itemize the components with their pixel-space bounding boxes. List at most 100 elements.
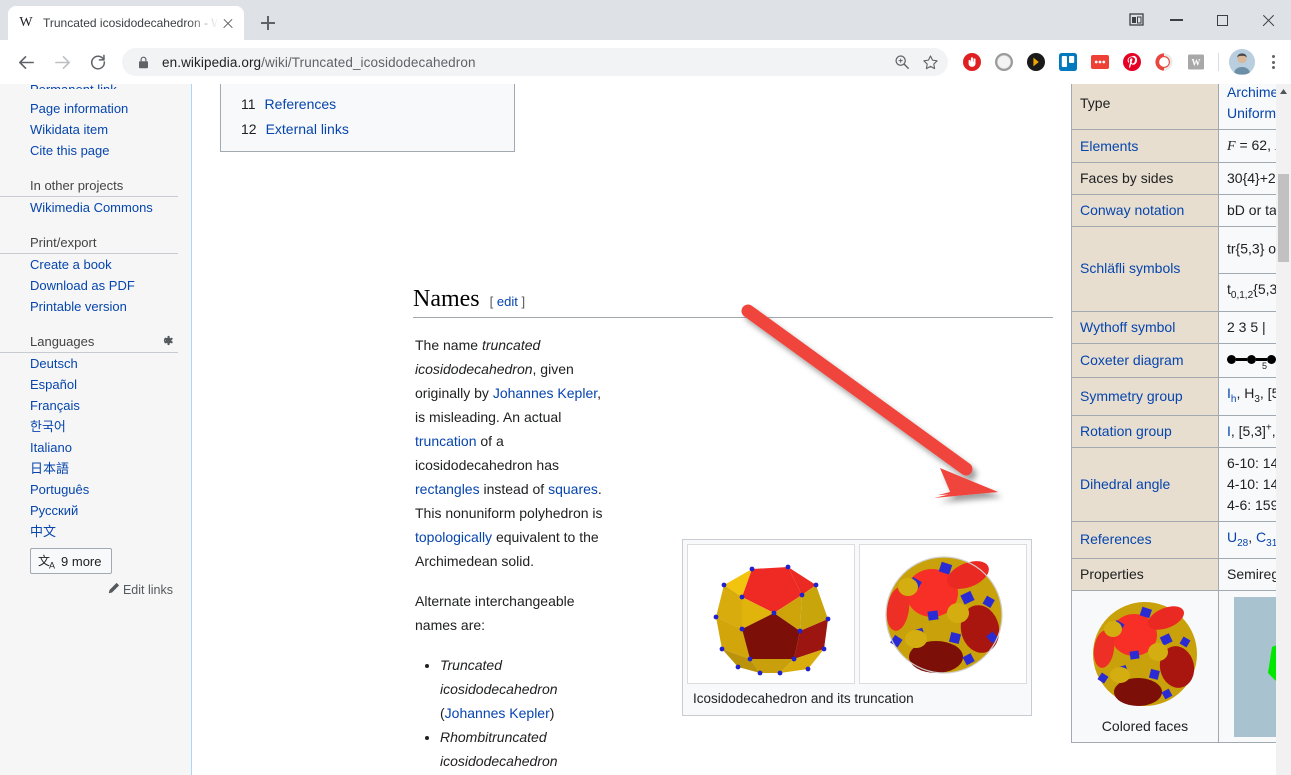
gear-icon[interactable] [159, 333, 174, 351]
address-bar[interactable]: en.wikipedia.org/wiki/Truncated_icosidod… [122, 48, 948, 76]
infobox-value: U28, C31, W16 [1219, 521, 1277, 559]
dihedral-4-6: 4-6: 159.095° [1227, 495, 1276, 516]
link-rotation-group[interactable]: Rotation group [1080, 423, 1172, 439]
link-i-group[interactable]: I [1227, 423, 1231, 439]
sidebar-item-permanent-link[interactable]: Permanent link [0, 84, 191, 89]
section-edit: [ edit ] [490, 294, 525, 309]
edit-link[interactable]: edit [497, 294, 518, 309]
sidebar-item-wikimedia-commons[interactable]: Wikimedia Commons [0, 197, 191, 218]
sidebar-item-printable-version[interactable]: Printable version [0, 296, 191, 317]
wikiwand-extension-icon[interactable]: W [1180, 47, 1212, 77]
more-languages-button[interactable]: 文A 9 more [30, 548, 112, 574]
dots-extension-icon[interactable] [1084, 47, 1116, 77]
sidebar-item-lang-portugues[interactable]: Português [0, 479, 191, 500]
clock-extension-icon[interactable] [1148, 47, 1180, 77]
toc-item[interactable]: 12 External links [231, 117, 504, 142]
link-c31[interactable]: C31 [1256, 529, 1276, 545]
colored-faces-polyhedron[interactable] [1080, 596, 1210, 714]
link-dihedral-angle[interactable]: Dihedral angle [1080, 476, 1170, 492]
plus-icon[interactable] [254, 9, 282, 37]
link-coxeter-diagram[interactable]: Coxeter diagram [1080, 352, 1184, 368]
wikipedia-w-icon: W [18, 15, 34, 31]
sidebar-item-lang-chinese[interactable]: 中文 [0, 521, 191, 542]
url-host: en.wikipedia.org [162, 55, 261, 70]
link-truncation[interactable]: truncation [415, 433, 476, 449]
pocket-extension-icon[interactable] [1020, 47, 1052, 77]
sidebar-heading-languages: Languages [0, 331, 178, 353]
sidebar-item-page-information[interactable]: Page information [0, 98, 191, 119]
sidebar-item-lang-italiano[interactable]: Italiano [0, 437, 191, 458]
link-archimedean-solid[interactable]: Archimedean solid [1227, 84, 1276, 100]
link-schlafli-symbols[interactable]: Schläfli symbols [1080, 260, 1180, 276]
link-rectangles[interactable]: rectangles [415, 481, 480, 497]
sidebar-item-create-a-book[interactable]: Create a book [0, 254, 191, 275]
close-icon[interactable] [220, 15, 236, 31]
sidebar-item-lang-russian[interactable]: Русский [0, 500, 191, 521]
sidebar-item-lang-korean[interactable]: 한국어 [0, 416, 191, 437]
browser-tab[interactable]: W Truncated icosidodecahedron - W [8, 6, 244, 40]
link-uniform-polyhedron[interactable]: Uniform polyhedron [1227, 105, 1276, 121]
sidebar-item-wikidata-item[interactable]: Wikidata item [0, 119, 191, 140]
reload-icon[interactable] [83, 47, 113, 77]
zoom-magnifier-icon[interactable] [888, 48, 916, 76]
profile-avatar[interactable] [1229, 49, 1255, 75]
edit-links-label: Edit links [123, 583, 173, 597]
toc-item[interactable]: 11 References [231, 92, 504, 117]
truncated-icosidodecahedron-render[interactable] [859, 544, 1027, 684]
infobox-row-properties: Properties Semiregular convex zonohedron [1072, 559, 1277, 591]
scrollbar-thumb[interactable] [1278, 174, 1289, 262]
sidebar-item-lang-deutsch[interactable]: Deutsch [0, 353, 191, 374]
link-topologically[interactable]: topologically [415, 529, 492, 545]
toc-label[interactable]: External links [266, 117, 349, 142]
omnibox-actions [888, 48, 944, 76]
maximize-icon[interactable] [1199, 4, 1245, 36]
pinterest-extension-icon[interactable] [1116, 47, 1148, 77]
ghostery-extension-icon[interactable] [988, 47, 1020, 77]
scroll-up-arrow-icon[interactable] [1276, 84, 1291, 99]
edit-links-button[interactable]: Edit links [0, 582, 191, 597]
sidebar-item-lang-francais[interactable]: Français [0, 395, 191, 416]
star-icon[interactable] [916, 48, 944, 76]
cast-icon[interactable] [1125, 10, 1147, 30]
pencil-icon [108, 582, 120, 597]
sidebar-item-lang-espanol[interactable]: Español [0, 374, 191, 395]
infobox-label: Dihedral angle [1072, 447, 1219, 521]
more-languages-label: 9 more [61, 554, 101, 569]
icosidodecahedron-render[interactable] [687, 544, 855, 684]
link-references[interactable]: References [1080, 531, 1152, 547]
infobox-value: 2 3 5 | [1219, 311, 1277, 343]
link-conway-notation[interactable]: Conway notation [1080, 202, 1184, 218]
infobox-value: F = 62, E = 180, V = 120 (χ = 2) [1219, 130, 1277, 163]
toc-label[interactable]: Notes [266, 84, 303, 92]
back-arrow-icon[interactable] [11, 47, 41, 77]
tab-strip: W Truncated icosidodecahedron - W [0, 0, 1291, 40]
three-dot-menu-icon[interactable] [1259, 47, 1287, 77]
sidebar-item-lang-japanese[interactable]: 日本語 [0, 458, 191, 479]
infobox-label: Wythoff symbol [1072, 311, 1219, 343]
sidebar-item-cite-this-page[interactable]: Cite this page [0, 140, 191, 161]
coxeter-label-5: 5 [1262, 361, 1267, 371]
link-elements[interactable]: Elements [1080, 138, 1138, 154]
toc-label[interactable]: References [265, 92, 337, 117]
link-johannes-kepler[interactable]: Johannes Kepler [445, 705, 550, 721]
link-ih[interactable]: Ih [1227, 385, 1236, 401]
toc-item[interactable]: 10 Notes [231, 84, 504, 92]
link-symmetry-group[interactable]: Symmetry group [1080, 388, 1183, 404]
link-squares[interactable]: squares [548, 481, 598, 497]
infobox-row-coxeter-diagram: Coxeter diagram 5 [1072, 343, 1277, 377]
sidebar-item-download-as-pdf[interactable]: Download as PDF [0, 275, 191, 296]
link-u28[interactable]: U28 [1227, 529, 1248, 545]
window-close-icon[interactable] [1245, 4, 1291, 36]
list-item: Truncated icosidodecahedron (Johannes Ke… [440, 653, 610, 725]
wiki-sidebar: Permanent link Page information Wikidata… [0, 84, 192, 775]
link-johannes-kepler[interactable]: Johannes Kepler [493, 385, 597, 401]
minimize-icon[interactable] [1153, 4, 1199, 36]
page-scrollbar[interactable] [1276, 84, 1291, 775]
vertex-figure-diagram[interactable] [1234, 597, 1277, 737]
adblock-extension-icon[interactable] [956, 47, 988, 77]
trello-extension-icon[interactable] [1052, 47, 1084, 77]
section-heading: Names [ edit ] [413, 284, 1053, 318]
bracket-close: ] [522, 294, 526, 309]
url-text: en.wikipedia.org/wiki/Truncated_icosidod… [162, 55, 476, 70]
link-wythoff-symbol[interactable]: Wythoff symbol [1080, 319, 1175, 335]
